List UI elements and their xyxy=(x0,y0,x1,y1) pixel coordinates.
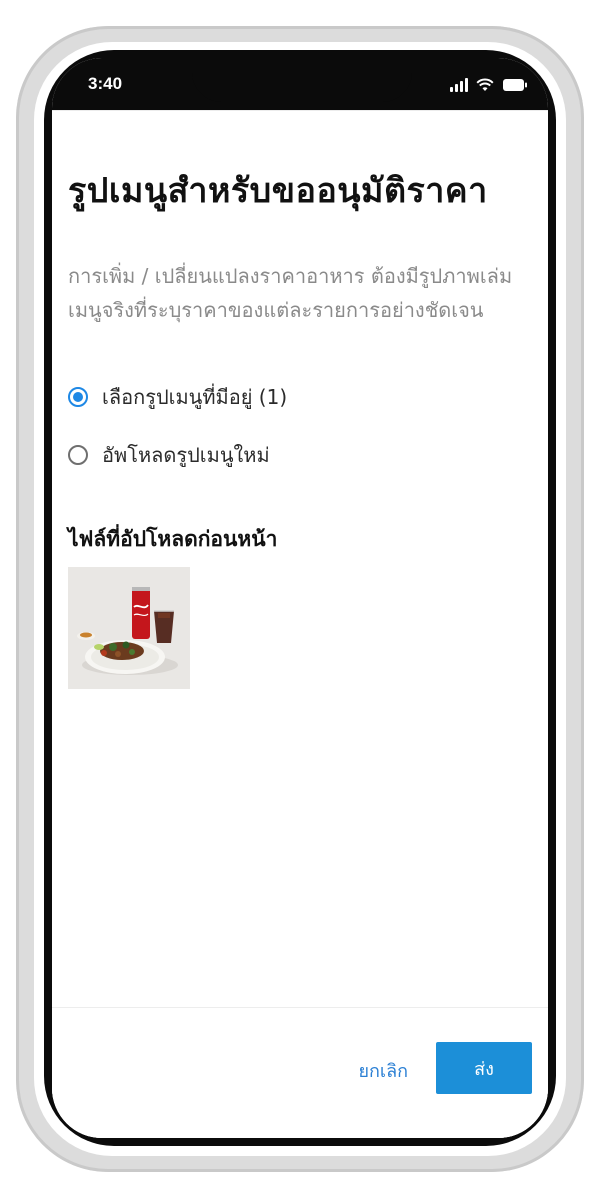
status-icons xyxy=(450,76,528,92)
option-upload-new-menu[interactable]: อัพโหลดรูปเมนูใหม่ xyxy=(68,439,270,471)
option-label: อัพโหลดรูปเมนูใหม่ xyxy=(102,443,270,467)
status-bar: 3:40 xyxy=(52,58,548,110)
dialog-footer: ยกเลิก ส่ง xyxy=(52,1007,548,1138)
page-title: รูปเมนูสำหรับขออนุมัติราคา xyxy=(68,171,488,211)
section-title-previous-uploads: ไฟล์ที่อัปโหลดก่อนหน้า xyxy=(68,527,278,551)
status-time: 3:40 xyxy=(88,74,123,93)
battery-icon xyxy=(502,78,528,92)
option-select-existing-menu[interactable]: เลือกรูปเมนูที่มีอยู่ (1) xyxy=(68,381,287,413)
phone-screen: 3:40 รูปเมนูสำหรับขออนุมัติราคา การเพิ่ม… xyxy=(52,58,548,1138)
notch xyxy=(192,58,412,102)
radio-selected-icon[interactable] xyxy=(68,387,88,407)
cancel-button[interactable]: ยกเลิก xyxy=(358,1056,408,1085)
page-content: รูปเมนูสำหรับขออนุมัติราคา การเพิ่ม / เป… xyxy=(52,110,548,1138)
wifi-icon xyxy=(476,78,494,92)
signal-icon xyxy=(450,78,468,92)
description-text: การเพิ่ม / เปลี่ยนแปลงราคาอาหาร ต้องมีรู… xyxy=(68,264,513,322)
option-label: เลือกรูปเมนูที่มีอยู่ (1) xyxy=(102,385,288,409)
menu-photo-thumbnail[interactable] xyxy=(68,567,190,689)
submit-button[interactable]: ส่ง xyxy=(436,1042,532,1094)
radio-unselected-icon[interactable] xyxy=(68,445,88,465)
